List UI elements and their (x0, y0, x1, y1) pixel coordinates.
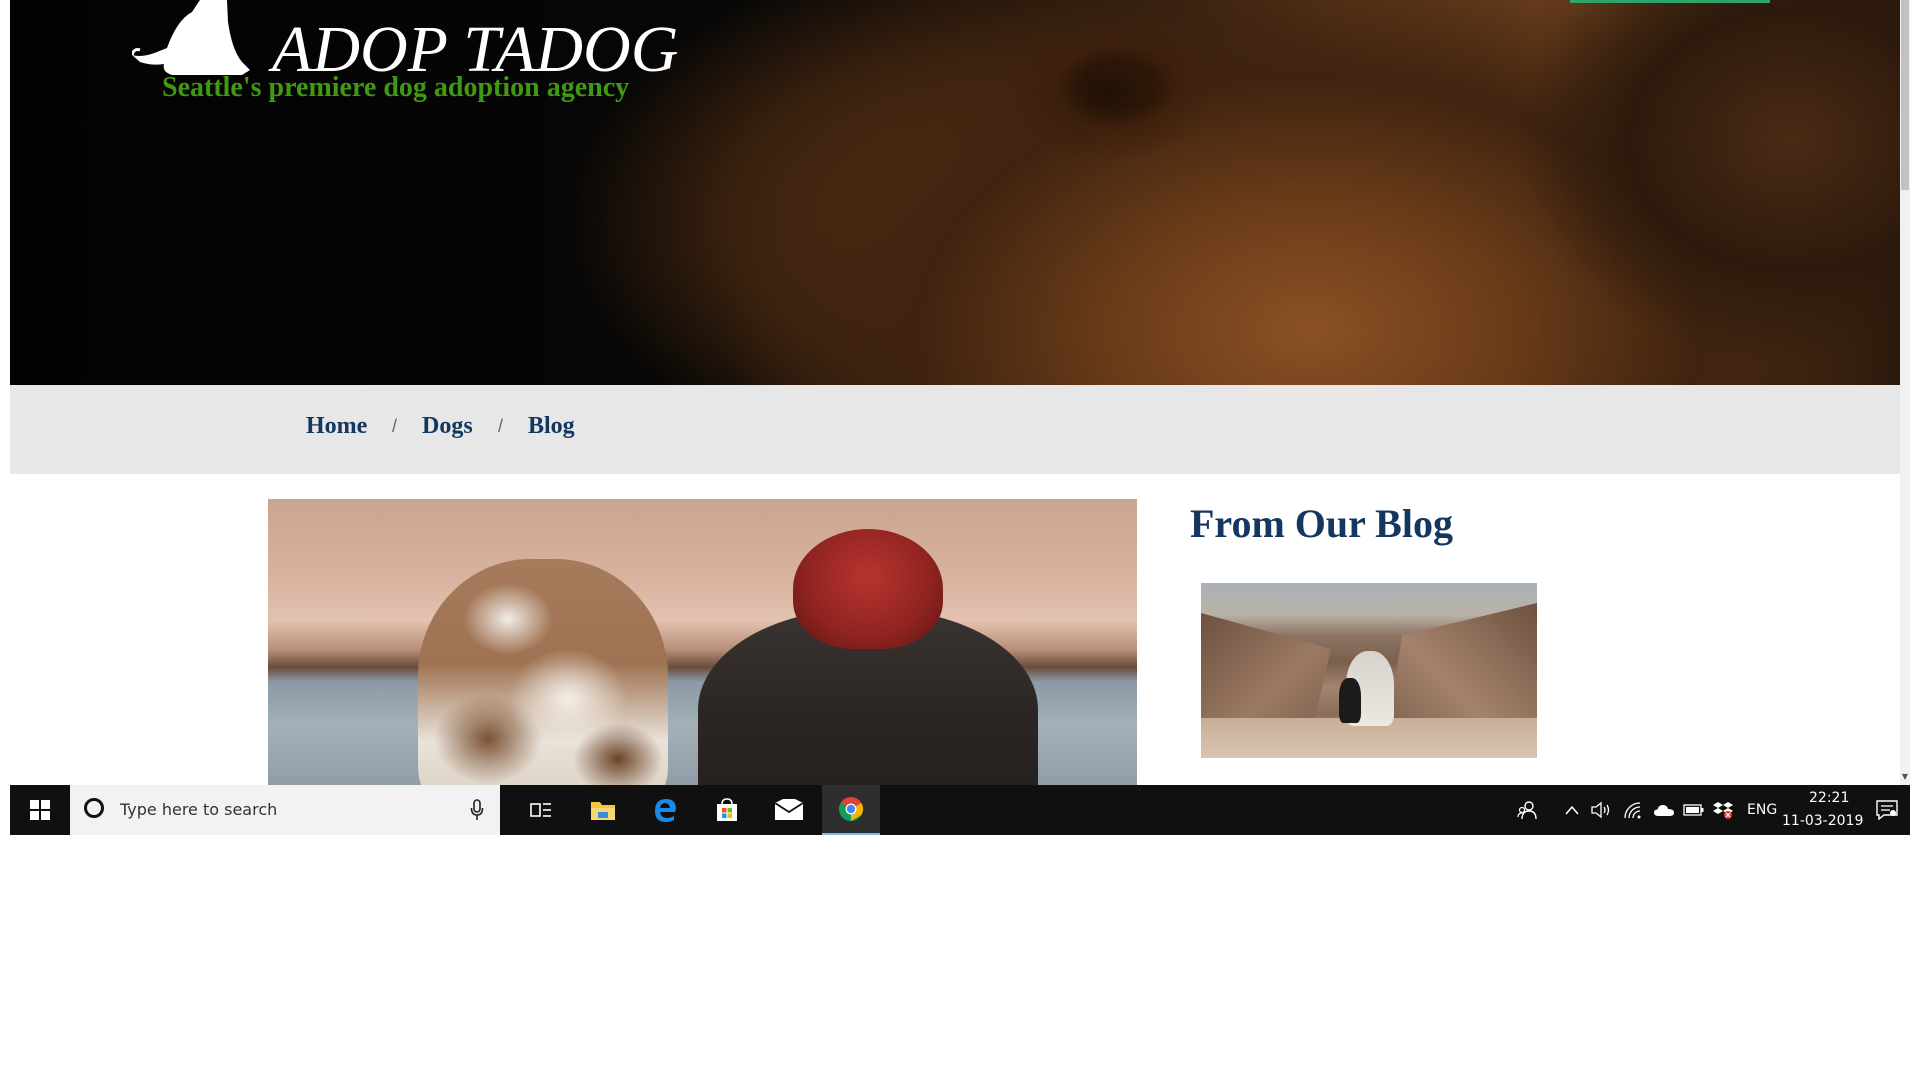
edge-icon (655, 799, 676, 822)
photo-dog (418, 559, 668, 785)
people-button[interactable] (1516, 797, 1538, 823)
clock-time[interactable]: 22:21 (1809, 790, 1849, 806)
nav-separator: / (498, 416, 504, 436)
dropbox-icon (1713, 802, 1733, 819)
mail-button[interactable] (760, 785, 818, 835)
blog-post-thumbnail[interactable] (1201, 583, 1537, 758)
clock-date[interactable]: 11-03-2019 (1782, 813, 1863, 829)
task-view-icon (530, 803, 551, 817)
file-explorer-icon (591, 802, 615, 820)
scrollbar-thumb[interactable] (1901, 0, 1909, 190)
nav-item-dogs[interactable]: Dogs (422, 413, 473, 440)
cortana-icon (84, 798, 104, 818)
show-hidden-icons-button[interactable] (1563, 797, 1581, 823)
language-indicator[interactable]: ENG (1747, 802, 1777, 818)
task-view-button[interactable] (512, 785, 570, 835)
people-icon (1517, 801, 1537, 820)
dropbox-button[interactable] (1712, 797, 1734, 823)
scroll-down-arrow-icon[interactable]: ▼ (1901, 772, 1909, 782)
nav-separator: / (392, 416, 398, 436)
windows-taskbar: Type here to search ENG 22:21 11-03-2019 (10, 785, 1910, 835)
canyon-rock-left (1201, 613, 1331, 733)
start-button[interactable] (10, 785, 70, 835)
chevron-up-icon (1565, 805, 1579, 815)
blog-heading: From Our Blog (1190, 501, 1453, 546)
feature-photo (268, 499, 1137, 785)
brand-tagline: Seattle's premiere dog adoption agency (162, 72, 630, 103)
taskbar-search-box[interactable]: Type here to search (70, 785, 500, 835)
nav-item-blog[interactable]: Blog (528, 413, 575, 440)
mail-icon (774, 799, 804, 820)
thumbnail-dog (1339, 678, 1361, 723)
hero-banner: ADOP TADOG Seattle's premiere dog adopti… (10, 0, 1910, 385)
onedrive-icon (1654, 805, 1674, 816)
chrome-icon (838, 797, 864, 821)
onedrive-button[interactable] (1652, 797, 1676, 823)
main-nav: Home / Dogs / Blog (10, 385, 1910, 474)
action-center-button[interactable] (1875, 797, 1899, 823)
edge-browser-button[interactable] (636, 785, 694, 835)
notifications-icon (1876, 800, 1898, 820)
canyon-rock-right (1387, 603, 1537, 733)
network-button[interactable] (1622, 797, 1644, 823)
browser-viewport: ADOP TADOG Seattle's premiere dog adopti… (10, 0, 1910, 785)
page-scrollbar[interactable]: ▼ (1900, 0, 1910, 785)
hero-accent-bar (1570, 0, 1770, 3)
battery-button[interactable] (1682, 797, 1706, 823)
volume-icon (1591, 801, 1610, 819)
photo-person-hair (793, 529, 943, 649)
store-icon (717, 798, 737, 821)
volume-button[interactable] (1590, 797, 1612, 823)
file-explorer-button[interactable] (574, 785, 632, 835)
chrome-button[interactable] (822, 785, 880, 835)
nav-item-home[interactable]: Home (306, 413, 367, 440)
wifi-icon (1624, 802, 1641, 819)
windows-logo-icon (30, 800, 50, 820)
screen: ADOP TADOG Seattle's premiere dog adopti… (10, 0, 1910, 835)
dog-logo-icon (132, 0, 250, 75)
microsoft-store-button[interactable] (698, 785, 756, 835)
search-placeholder: Type here to search (120, 800, 278, 819)
microphone-icon[interactable] (470, 799, 484, 821)
battery-icon (1683, 804, 1704, 816)
